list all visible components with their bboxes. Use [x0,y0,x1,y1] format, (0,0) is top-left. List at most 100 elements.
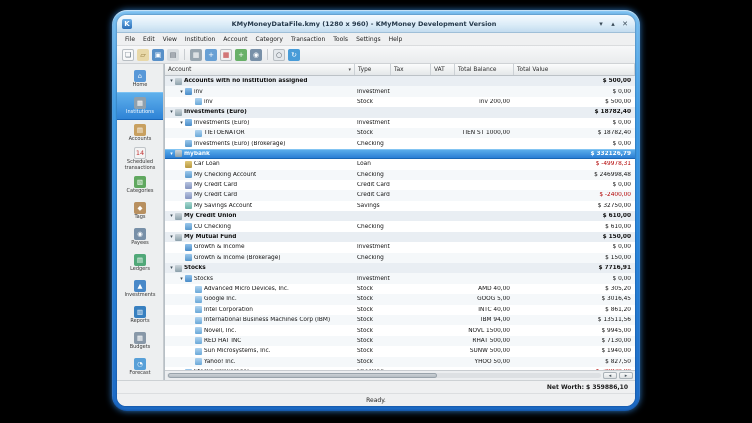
new-category-icon[interactable]: + [235,49,247,61]
account-name: Google Inc. [204,296,237,302]
sidebar-item-ledgers[interactable]: ▤Ledgers [117,250,163,276]
account-row-growth-income-brokerage[interactable]: Growth & Income (Brokerage)Checking$ 150… [165,253,635,263]
maximize-button[interactable]: ▴ [608,19,618,29]
account-row-intel-corporation[interactable]: Intel CorporationStockINTC 40,00$ 861,20 [165,305,635,315]
account-row-google-inc[interactable]: Google Inc.StockGOOG 5,00$ 3016,45 [165,294,635,304]
cell-total-value: $ 0,00 [514,141,635,147]
institution-account-icon [175,109,182,116]
cell-total-value: $ -49978,31 [514,161,635,167]
sidebar-item-investments[interactable]: ▲Investments [117,276,163,302]
cell-total-value: $ 1940,00 [514,348,635,354]
sidebar-item-categories[interactable]: ▧Categories [117,172,163,198]
print-icon[interactable]: ▤ [167,49,179,61]
expander-icon[interactable]: ▾ [178,120,185,126]
net-worth-value: Net Worth: $ 359886,10 [547,384,628,391]
minimize-button[interactable]: ▾ [596,19,606,29]
sidebar-item-institutions[interactable]: ▦Institutions [117,92,163,120]
sidebar-item-accounts[interactable]: ▤Accounts [117,120,163,146]
sidebar-item-forecast[interactable]: ◔Forecast [117,354,163,380]
update-prices-icon[interactable]: ↻ [288,49,300,61]
new-payee-icon[interactable]: ◉ [250,49,262,61]
expander-icon[interactable]: ▾ [168,109,175,115]
account-row-novell-inc[interactable]: Novell, Inc.StockNOVL 1500,00$ 9945,00 [165,325,635,335]
expander-icon[interactable]: ▾ [168,78,175,84]
account-row-advanced-micro-devices-inc[interactable]: Advanced Micro Devices, Inc.StockAMD 40,… [165,284,635,294]
account-row-my-credit-card[interactable]: My Credit CardCredit Card$ 0,00 [165,180,635,190]
account-row-investments-euro[interactable]: ▾Investments (Euro)Investment$ 0,00 [165,118,635,128]
save-icon[interactable]: ▣ [152,49,164,61]
account-row-accounts-with-no-institution-assigned[interactable]: ▾Accounts with no institution assigned$ … [165,76,635,86]
view-sidebar: ⌂Home▦Institutions▤Accounts14Scheduled t… [117,64,164,380]
column-header-total-balance[interactable]: Total Balance [455,64,514,75]
account-row-investments-euro-brokerage[interactable]: Investments (Euro) (Brokerage)Checking$ … [165,138,635,148]
column-header-vat[interactable]: VAT [431,64,455,75]
account-row-red-hat-inc[interactable]: RED HAT INCStockRHAT 500,00$ 7130,00 [165,336,635,346]
menu-transaction[interactable]: Transaction [287,36,329,43]
new-file-icon[interactable]: ❏ [122,49,134,61]
account-row-tietoenator[interactable]: TIETOENATORStockTIEN ST 1000,00$ 18782,4… [165,128,635,138]
account-row-my-checking-account[interactable]: My Checking AccountChecking$ 246998,48 [165,170,635,180]
scroll-right-button[interactable]: ▸ [619,372,633,379]
scroll-left-button[interactable]: ◂ [603,372,617,379]
stock-account-icon [195,348,202,355]
scrollbar-thumb[interactable] [168,373,437,378]
account-row-inv[interactable]: invStockinv 200,00$ 500,00 [165,97,635,107]
open-file-icon[interactable]: ▱ [137,49,149,61]
column-header-account[interactable]: Account▾ [165,64,355,75]
account-row-my-mutual-fund[interactable]: ▾My Mutual Fund$ 150,00 [165,232,635,242]
account-row-car-loan[interactable]: Car LoanLoan$ -49978,31 [165,159,635,169]
menu-edit[interactable]: Edit [139,36,159,43]
expander-icon[interactable]: ▾ [168,265,175,271]
menu-help[interactable]: Help [385,36,407,43]
column-header-total-value[interactable]: Total Value [514,64,635,75]
menu-institution[interactable]: Institution [181,36,219,43]
creditcard-account-icon [185,192,192,199]
new-account-icon[interactable]: + [205,49,217,61]
account-row-sun-microsystems-inc[interactable]: Sun Microsystems, Inc.StockSUNW 500,00$ … [165,346,635,356]
horizontal-scrollbar[interactable]: ◂ ▸ [165,370,635,380]
kmymoney-app-icon: K [122,19,132,29]
menu-settings[interactable]: Settings [352,36,385,43]
menu-file[interactable]: File [121,36,139,43]
new-schedule-icon[interactable]: ▦ [220,49,232,61]
account-row-stocks[interactable]: ▾StocksInvestment$ 0,00 [165,273,635,283]
scrollbar-track[interactable] [167,373,601,378]
sidebar-item-payees[interactable]: ◉Payees [117,224,163,250]
checking-account-icon [185,171,192,178]
account-row-my-savings-account[interactable]: My Savings AccountSavings$ 32750,00 [165,201,635,211]
expander-icon[interactable]: ▾ [168,234,175,240]
account-row-international-business-machines-corp-ibm[interactable]: International Business Machines Corp (IB… [165,315,635,325]
account-row-yahoo-inc[interactable]: Yahoo! Inc.StockYHOO 50,00$ 827,50 [165,357,635,367]
expander-icon[interactable]: ▾ [168,213,175,219]
cell-total-balance: IBM 94,00 [455,317,514,323]
find-transaction-icon[interactable]: ○ [273,49,285,61]
sidebar-item-scheduled-transactions[interactable]: 14Scheduled transactions [117,146,163,172]
column-label: VAT [434,67,445,73]
column-header-type[interactable]: Type [355,64,391,75]
sidebar-item-budgets[interactable]: ▦Budgets [117,328,163,354]
account-row-my-credit-card[interactable]: My Credit CardCredit Card$ -2400,00 [165,190,635,200]
account-row-investments-euro[interactable]: ▾Investments (Euro)$ 18782,40 [165,107,635,117]
expander-icon[interactable]: ▾ [178,89,185,95]
menu-account[interactable]: Account [219,36,251,43]
column-header-tax[interactable]: Tax [391,64,431,75]
account-row-cu-checking[interactable]: CU CheckingChecking$ 610,00 [165,221,635,231]
new-institution-icon[interactable]: ▦ [190,49,202,61]
sidebar-item-home[interactable]: ⌂Home [117,66,163,92]
account-row-inv[interactable]: ▾invInvestment$ 0,00 [165,86,635,96]
menu-category[interactable]: Category [252,36,287,43]
menu-tools[interactable]: Tools [329,36,352,43]
account-name: mybank [184,151,210,157]
expander-icon[interactable]: ▾ [178,276,185,282]
menu-view[interactable]: View [159,36,181,43]
close-button[interactable]: ✕ [620,19,630,29]
expander-icon[interactable]: ▾ [168,151,175,157]
sidebar-item-reports[interactable]: ▥Reports [117,302,163,328]
titlebar[interactable]: K KMyMoneyDataFile.kmy (1280 x 960) - KM… [117,15,635,33]
account-row-growth-income[interactable]: Growth & IncomeInvestment$ 0,00 [165,242,635,252]
sidebar-item-tags[interactable]: ◆Tags [117,198,163,224]
account-row-my-credit-union[interactable]: ▾My Credit Union$ 610,00 [165,211,635,221]
account-name: Investments (Euro) (Brokerage) [194,141,285,147]
account-row-stocks[interactable]: ▾Stocks$ 7716,91 [165,263,635,273]
account-row-mybank[interactable]: ▾mybank$ 332126,79 [165,149,635,159]
